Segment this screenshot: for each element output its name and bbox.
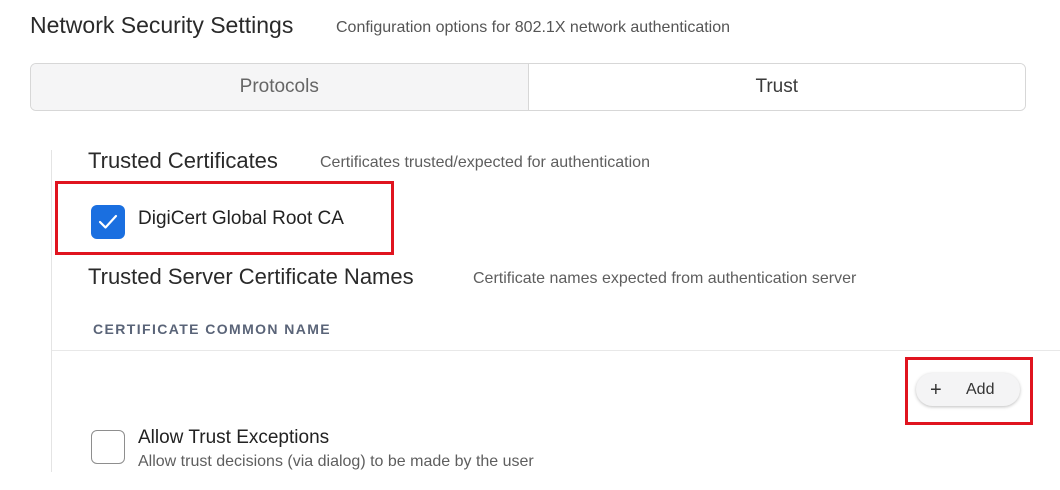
trusted-server-names-description: Certificate names expected from authenti…: [473, 270, 857, 287]
digicert-checkbox[interactable]: [91, 205, 125, 239]
add-button[interactable]: + Add: [916, 373, 1020, 406]
tab-protocols[interactable]: Protocols: [31, 64, 529, 110]
add-button-label: Add: [966, 380, 995, 398]
column-header-common-name: CERTIFICATE COMMON NAME: [93, 321, 332, 337]
trust-exceptions-label: Allow Trust Exceptions: [138, 427, 330, 448]
trusted-certificates-description: Certificates trusted/expected for authen…: [320, 154, 650, 171]
section-divider: [51, 150, 52, 472]
page-title: Network Security Settings: [30, 12, 294, 38]
plus-icon: +: [930, 378, 942, 401]
page-subtitle: Configuration options for 802.1X network…: [336, 19, 731, 36]
trusted-certificates-title: Trusted Certificates: [88, 148, 278, 173]
trust-exceptions-checkbox[interactable]: [91, 430, 125, 464]
table-divider: [52, 350, 1060, 351]
tab-trust[interactable]: Trust: [528, 64, 1025, 110]
tab-bar: Protocols Trust: [30, 63, 1026, 111]
trusted-server-names-title: Trusted Server Certificate Names: [88, 264, 414, 289]
trust-exceptions-description: Allow trust decisions (via dialog) to be…: [138, 453, 534, 470]
checkmark-icon: [98, 214, 118, 229]
digicert-label: DigiCert Global Root CA: [138, 208, 344, 229]
